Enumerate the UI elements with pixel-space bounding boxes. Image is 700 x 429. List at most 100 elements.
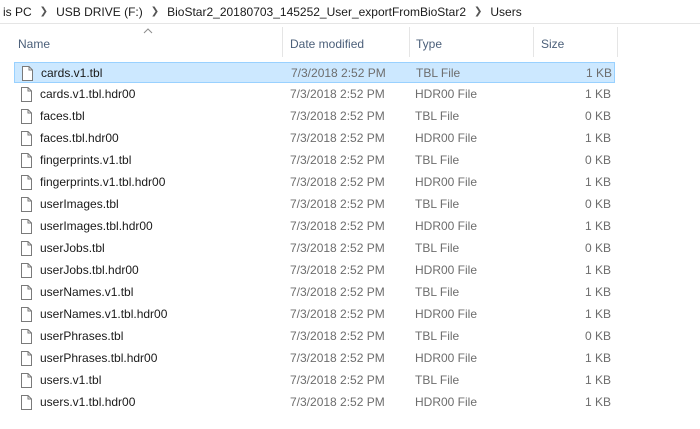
file-date-modified: 7/3/2018 2:52 PM bbox=[291, 66, 386, 80]
file-date-modified: 7/3/2018 2:52 PM bbox=[290, 307, 385, 321]
file-type: TBL File bbox=[416, 66, 461, 80]
file-name: cards.v1.tbl bbox=[41, 66, 103, 80]
breadcrumb-item-usb-drive[interactable]: USB DRIVE (F:) bbox=[53, 5, 146, 19]
blank-file-icon bbox=[21, 241, 32, 256]
breadcrumb[interactable]: is PC ❯ USB DRIVE (F:) ❯ BioStar2_201807… bbox=[0, 0, 700, 24]
file-name: users.v1.tbl bbox=[40, 373, 102, 387]
file-size: 1 KB bbox=[585, 66, 612, 80]
file-explorer-window: is PC ❯ USB DRIVE (F:) ❯ BioStar2_201807… bbox=[0, 0, 700, 429]
column-divider[interactable] bbox=[533, 27, 534, 57]
file-name: users.v1.tbl.hdr00 bbox=[40, 395, 136, 409]
chevron-right-icon[interactable]: ❯ bbox=[469, 6, 487, 17]
breadcrumb-item-export-folder[interactable]: BioStar2_20180703_145252_User_exportFrom… bbox=[164, 5, 469, 19]
file-name: faces.tbl bbox=[40, 109, 85, 123]
file-size: 1 KB bbox=[584, 307, 611, 321]
file-date-modified: 7/3/2018 2:52 PM bbox=[290, 263, 385, 277]
blank-file-icon bbox=[21, 351, 32, 366]
blank-file-icon bbox=[21, 285, 32, 300]
file-size: 1 KB bbox=[584, 87, 611, 101]
blank-file-icon bbox=[22, 66, 33, 81]
column-header-type[interactable]: Type bbox=[410, 25, 534, 59]
file-row[interactable]: faces.tbl.hdr00 7/3/2018 2:52 PM HDR00 Fil… bbox=[14, 128, 615, 149]
file-date-modified: 7/3/2018 2:52 PM bbox=[290, 131, 385, 145]
file-type: TBL File bbox=[415, 153, 460, 167]
file-type: HDR00 File bbox=[415, 131, 478, 145]
file-name: fingerprints.v1.tbl bbox=[40, 153, 132, 167]
file-type: TBL File bbox=[415, 329, 460, 343]
file-size: 1 KB bbox=[584, 219, 611, 233]
file-row[interactable]: userImages.tbl.hdr00 7/3/2018 2:52 PM HDR0… bbox=[14, 216, 615, 237]
blank-file-icon bbox=[21, 373, 32, 388]
file-type: HDR00 File bbox=[415, 263, 478, 277]
file-name: userImages.tbl bbox=[40, 197, 119, 211]
file-row[interactable]: cards.v1.tbl 7/3/2018 2:52 PM TBL File 1 KB bbox=[14, 62, 615, 83]
file-name: userPhrases.tbl bbox=[40, 329, 124, 343]
column-header-size[interactable]: Size bbox=[535, 25, 617, 59]
file-date-modified: 7/3/2018 2:52 PM bbox=[290, 395, 385, 409]
column-divider[interactable] bbox=[282, 27, 283, 57]
blank-file-icon bbox=[21, 307, 32, 322]
file-date-modified: 7/3/2018 2:52 PM bbox=[290, 109, 385, 123]
file-size: 1 KB bbox=[584, 131, 611, 145]
file-type: HDR00 File bbox=[415, 175, 478, 189]
file-row[interactable]: cards.v1.tbl.hdr00 7/3/2018 2:52 PM HDR00 … bbox=[14, 84, 615, 105]
chevron-right-icon[interactable]: ❯ bbox=[146, 6, 164, 17]
file-name: userNames.v1.tbl.hdr00 bbox=[40, 307, 168, 321]
file-type: HDR00 File bbox=[415, 395, 478, 409]
file-date-modified: 7/3/2018 2:52 PM bbox=[290, 351, 385, 365]
file-date-modified: 7/3/2018 2:52 PM bbox=[290, 175, 385, 189]
file-name: fingerprints.v1.tbl.hdr00 bbox=[40, 175, 166, 189]
file-date-modified: 7/3/2018 2:52 PM bbox=[290, 373, 385, 387]
file-row[interactable]: userNames.v1.tbl 7/3/2018 2:52 PM TBL File… bbox=[14, 282, 615, 303]
file-row[interactable]: userPhrases.tbl 7/3/2018 2:52 PM TBL File 0… bbox=[14, 326, 615, 347]
blank-file-icon bbox=[21, 197, 32, 212]
file-size: 1 KB bbox=[584, 263, 611, 277]
file-date-modified: 7/3/2018 2:52 PM bbox=[290, 219, 385, 233]
file-row[interactable]: userNames.v1.tbl.hdr00 7/3/2018 2:52 PM HD… bbox=[14, 304, 615, 325]
breadcrumb-item-this-pc[interactable]: is PC bbox=[0, 5, 35, 19]
file-size: 0 KB bbox=[584, 329, 611, 343]
file-row[interactable]: userJobs.tbl.hdr00 7/3/2018 2:52 PM HDR00 … bbox=[14, 260, 615, 281]
file-row[interactable]: users.v1.tbl 7/3/2018 2:52 PM TBL File 1 KB bbox=[14, 370, 615, 391]
file-row[interactable]: users.v1.tbl.hdr00 7/3/2018 2:52 PM HDR00 … bbox=[14, 392, 615, 413]
column-header-date-modified[interactable]: Date modified bbox=[284, 25, 408, 59]
file-size: 1 KB bbox=[584, 351, 611, 365]
column-header-row: Name Date modified Type Size bbox=[0, 25, 700, 59]
blank-file-icon bbox=[21, 263, 32, 278]
file-type: HDR00 File bbox=[415, 219, 478, 233]
column-header-name[interactable]: Name bbox=[12, 25, 282, 59]
file-row[interactable]: fingerprints.v1.tbl 7/3/2018 2:52 PM TBL F… bbox=[14, 150, 615, 171]
blank-file-icon bbox=[21, 219, 32, 234]
blank-file-icon bbox=[21, 109, 32, 124]
file-size: 1 KB bbox=[584, 395, 611, 409]
file-row[interactable]: userPhrases.tbl.hdr00 7/3/2018 2:52 PM HDR… bbox=[14, 348, 615, 369]
file-name: userJobs.tbl.hdr00 bbox=[40, 263, 139, 277]
file-name: cards.v1.tbl.hdr00 bbox=[40, 87, 136, 101]
file-row[interactable]: userImages.tbl 7/3/2018 2:52 PM TBL File 0 … bbox=[14, 194, 615, 215]
blank-file-icon bbox=[21, 175, 32, 190]
file-size: 1 KB bbox=[584, 285, 611, 299]
file-size: 0 KB bbox=[584, 109, 611, 123]
column-divider[interactable] bbox=[617, 27, 618, 57]
file-date-modified: 7/3/2018 2:52 PM bbox=[290, 285, 385, 299]
file-type: TBL File bbox=[415, 285, 460, 299]
chevron-right-icon[interactable]: ❯ bbox=[35, 6, 53, 17]
file-type: TBL File bbox=[415, 373, 460, 387]
file-row[interactable]: userJobs.tbl 7/3/2018 2:52 PM TBL File 0 KB bbox=[14, 238, 615, 259]
file-date-modified: 7/3/2018 2:52 PM bbox=[290, 153, 385, 167]
file-type: TBL File bbox=[415, 197, 460, 211]
blank-file-icon bbox=[21, 131, 32, 146]
file-row[interactable]: faces.tbl 7/3/2018 2:52 PM TBL File 0 KB bbox=[14, 106, 615, 127]
file-type: HDR00 File bbox=[415, 351, 478, 365]
file-size: 0 KB bbox=[584, 197, 611, 211]
file-name: userNames.v1.tbl bbox=[40, 285, 134, 299]
file-type: HDR00 File bbox=[415, 87, 478, 101]
file-size: 1 KB bbox=[584, 373, 611, 387]
file-name: faces.tbl.hdr00 bbox=[40, 131, 119, 145]
file-size: 0 KB bbox=[584, 241, 611, 255]
blank-file-icon bbox=[21, 329, 32, 344]
file-size: 1 KB bbox=[584, 175, 611, 189]
file-row[interactable]: fingerprints.v1.tbl.hdr00 7/3/2018 2:52 P… bbox=[14, 172, 615, 193]
file-date-modified: 7/3/2018 2:52 PM bbox=[290, 241, 385, 255]
breadcrumb-item-users[interactable]: Users bbox=[487, 5, 524, 19]
